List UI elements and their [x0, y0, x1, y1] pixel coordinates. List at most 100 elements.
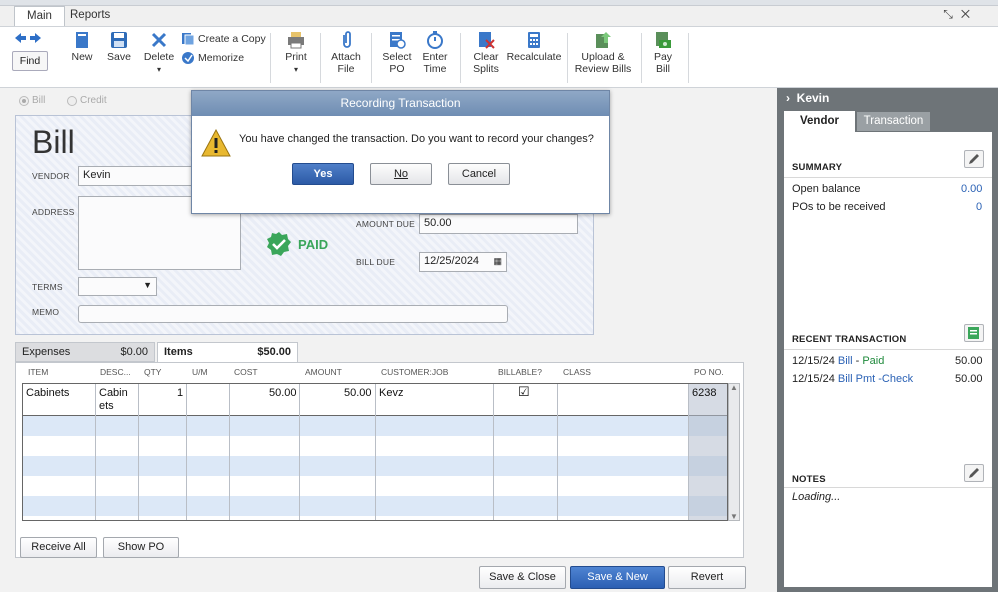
toolbar-separator [371, 33, 372, 83]
enter-time-button[interactable]: Enter Time [418, 31, 452, 75]
save-new-button[interactable]: Save & New [570, 566, 665, 589]
select-po-button[interactable]: Select PO [380, 31, 414, 75]
yes-button[interactable]: Yes [292, 163, 354, 185]
edit-summary-button[interactable] [964, 150, 984, 168]
tab-reports[interactable]: Reports [58, 6, 122, 26]
col-divider [688, 384, 689, 520]
tab-vendor[interactable]: Vendor [784, 111, 855, 132]
cell-customer-job[interactable]: Kevz [379, 387, 403, 399]
panel-vendor-name[interactable]: › Kevin [786, 91, 829, 105]
tab-items[interactable]: Items $50.00 [157, 342, 298, 362]
save-close-button[interactable]: Save & Close [479, 566, 566, 589]
recent-amount: 50.00 [955, 355, 983, 367]
col-cost[interactable]: COST [234, 367, 258, 377]
col-billable[interactable]: BILLABLE? [498, 367, 542, 377]
recalculate-button[interactable]: Recalculate [506, 31, 562, 63]
form-title: Bill [32, 124, 75, 160]
memo-field[interactable] [78, 305, 508, 323]
items-grid: Cabinets Cabin ets 1 50.00 50.00 Kevz ☑ … [22, 383, 728, 521]
radio-credit[interactable]: Credit [67, 95, 107, 106]
close-icon[interactable]: ✕ [961, 7, 978, 21]
list-item[interactable]: 12/15/24 Bill - Paid [792, 355, 884, 367]
col-qty[interactable]: QTY [144, 367, 161, 377]
bill-due-field[interactable]: 12/25/2024 ▦ [419, 252, 507, 272]
delete-button[interactable]: Delete ▾ [142, 31, 176, 76]
cell-amount[interactable]: 50.00 [344, 387, 372, 399]
memorize-button[interactable]: Memorize [181, 51, 244, 65]
edit-notes-button[interactable] [964, 464, 984, 482]
upload-review-bills-button[interactable]: Upload & Review Bills [574, 31, 632, 75]
col-divider [557, 384, 558, 520]
col-customer-job[interactable]: CUSTOMER:JOB [381, 367, 448, 377]
open-balance-value[interactable]: 0.00 [961, 183, 982, 195]
radio-dot[interactable] [19, 95, 29, 106]
printer-icon [288, 32, 304, 49]
cell-desc-2[interactable]: ets [99, 400, 114, 412]
calculator-icon [528, 32, 540, 48]
grid-scrollbar[interactable]: ▲ ▼ [728, 383, 740, 521]
recent-amount: 50.00 [955, 373, 983, 385]
col-item[interactable]: ITEM [28, 367, 48, 377]
divider [784, 349, 992, 350]
scroll-down-icon[interactable]: ▼ [730, 512, 738, 521]
cell-desc-1[interactable]: Cabin [99, 387, 128, 399]
pos-label: POs to be received [792, 201, 886, 213]
calendar-icon[interactable]: ▦ [493, 256, 502, 267]
clear-splits-button[interactable]: Clear Splits [468, 31, 504, 75]
cell-cost[interactable]: 50.00 [269, 387, 297, 399]
chevron-down-icon: ▾ [156, 65, 161, 74]
attach-file-button[interactable]: Attach File [328, 31, 364, 75]
col-divider [299, 384, 300, 520]
save-icon [111, 32, 127, 48]
pos-value[interactable]: 0 [976, 201, 982, 213]
report-button[interactable] [964, 324, 984, 342]
no-button[interactable]: No [370, 163, 432, 185]
col-amount[interactable]: AMOUNT [305, 367, 342, 377]
notes-title: NOTES [792, 474, 826, 485]
tab-expenses[interactable]: Expenses $0.00 [15, 342, 155, 362]
pay-bill-button[interactable]: Pay Bill [648, 31, 678, 75]
report-icon [968, 327, 979, 339]
prev-next-icon[interactable] [14, 32, 42, 44]
window-controls[interactable]: ⤡✕ [943, 7, 978, 22]
chevron-down-icon: ▼ [143, 280, 152, 290]
new-button[interactable]: New [70, 31, 94, 63]
vendor-field[interactable]: Kevin [78, 166, 194, 186]
col-class[interactable]: CLASS [563, 367, 591, 377]
cell-po-no[interactable]: 6238 [692, 387, 716, 399]
amount-due-field[interactable]: 50.00 [419, 214, 578, 234]
col-divider [229, 384, 230, 520]
terms-label: TERMS [32, 282, 63, 292]
items-grid-panel: ITEM DESC... QTY U/M COST AMOUNT CUSTOME… [15, 362, 744, 558]
cancel-button[interactable]: Cancel [448, 163, 510, 185]
col-desc[interactable]: DESC... [100, 367, 131, 377]
create-copy-button[interactable]: Create a Copy [181, 32, 266, 46]
terms-select[interactable]: ▼ [78, 277, 157, 296]
notes-text: Loading... [792, 491, 841, 503]
col-po-no[interactable]: PO NO. [694, 367, 724, 377]
cell-qty[interactable]: 1 [177, 387, 183, 399]
print-button[interactable]: Print ▾ [283, 31, 309, 76]
nav-arrows[interactable] [14, 32, 42, 44]
scroll-up-icon[interactable]: ▲ [730, 383, 738, 392]
billable-checkbox[interactable]: ☑ [518, 384, 530, 400]
save-button[interactable]: Save [106, 31, 132, 63]
record-transaction-dialog: Recording Transaction You have changed t… [191, 90, 610, 214]
show-po-button[interactable]: Show PO [103, 537, 179, 558]
col-um[interactable]: U/M [192, 367, 208, 377]
select-po-icon [390, 32, 406, 49]
revert-button[interactable]: Revert [668, 566, 746, 589]
radio-bill[interactable]: Bill [19, 95, 45, 106]
list-item[interactable]: 12/15/24 Bill Pmt -Check [792, 373, 913, 385]
dialog-message: You have changed the transaction. Do you… [239, 133, 594, 145]
cell-item[interactable]: Cabinets [26, 387, 69, 399]
dialog-title: Recording Transaction [192, 91, 609, 116]
find-button[interactable]: Find [12, 51, 48, 71]
restore-icon[interactable]: ⤡ [943, 7, 961, 21]
toolbar-separator [270, 33, 271, 83]
divider [784, 177, 992, 178]
receive-all-button[interactable]: Receive All [20, 537, 97, 558]
radio-dot[interactable] [67, 95, 77, 106]
tab-transaction[interactable]: Transaction [857, 112, 930, 131]
chevron-right-icon[interactable]: › [786, 91, 790, 105]
